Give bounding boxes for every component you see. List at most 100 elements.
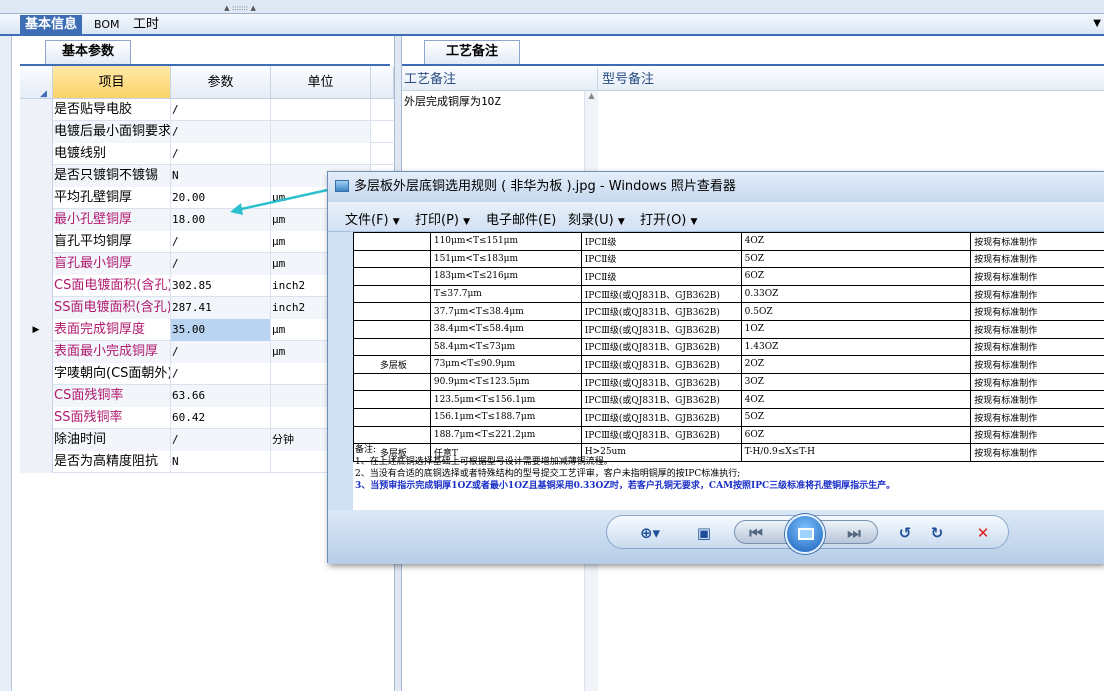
row-item: 字唛朝向(CS面朝外) <box>53 363 171 385</box>
rules-cell: 按现有标准制作 <box>970 232 1104 251</box>
viewer-title-bar[interactable]: 多层板外层底铜选用规则 ( 非华为板 ).jpg - Windows 照片查看器 <box>328 172 1104 202</box>
rules-cell: 按现有标准制作 <box>970 372 1104 392</box>
delete-icon[interactable]: ✕ <box>972 522 994 544</box>
menu-burn[interactable]: 刻录(U) ▼ <box>568 209 625 228</box>
table-row[interactable]: 电镀线别 / <box>20 143 394 165</box>
col-header-process-notes[interactable]: 工艺备注 <box>402 68 598 91</box>
rules-cell: IPCⅢ级(或QJ831B、GJB362B) <box>580 302 742 321</box>
tab-bom[interactable]: BOM <box>89 15 125 35</box>
left-side-strip <box>0 36 12 691</box>
menu-print[interactable]: 打印(P) ▼ <box>415 209 470 228</box>
row-unit <box>271 121 371 143</box>
row-item: 是否为高精度阻抗 <box>53 451 171 473</box>
rules-cell: IPCⅡ级 <box>580 232 742 251</box>
rules-cell: 0.5OZ <box>740 302 972 321</box>
rules-cell <box>353 232 431 251</box>
rules-cell <box>353 337 431 357</box>
note-line: 1、在上述底铜选择基础上可根据型号设计需要增加减薄铜流程。 <box>355 457 613 467</box>
rules-cell: IPCⅢ级(或QJ831B、GJB362B) <box>580 407 742 427</box>
table-row[interactable]: 是否贴导电胶 / <box>20 99 394 121</box>
row-param[interactable]: / <box>171 429 271 451</box>
note-line: 3、当预审指示完成铜厚1OZ或者最小1OZ且基铜采用0.33OZ时，若客户孔铜无… <box>355 481 896 491</box>
slideshow-button[interactable] <box>785 514 825 554</box>
tab-dropdown-icon[interactable]: ▼ <box>1093 18 1101 29</box>
rules-cell: 183μm<T≤216μm <box>429 267 582 286</box>
photo-viewer-window[interactable]: 多层板外层底铜选用规则 ( 非华为板 ).jpg - Windows 照片查看器… <box>327 171 1104 564</box>
col-header-model-notes[interactable]: 型号备注 <box>598 68 1104 91</box>
rules-row: 151μm<T≤183μm IPCⅡ级 5OZ 按现有标准制作 <box>353 249 1104 269</box>
previous-icon[interactable]: ⏮ <box>745 522 767 544</box>
row-param[interactable]: / <box>171 253 271 275</box>
row-param[interactable]: 60.42 <box>171 407 271 429</box>
rules-cell: IPCⅢ级(或QJ831B、GJB362B) <box>580 337 742 357</box>
row-param[interactable]: 35.00 <box>171 319 271 341</box>
viewer-notes: 备注: 1、在上述底铜选择基础上可根据型号设计需要增加减薄铜流程。 2、当没有合… <box>355 444 1100 492</box>
rules-cell: 2OZ <box>740 355 972 374</box>
zoom-icon[interactable]: ⊕▾ <box>633 522 667 544</box>
row-unit <box>271 99 371 121</box>
menu-email[interactable]: 电子邮件(E) <box>486 209 556 228</box>
chevron-down-icon: ▼ <box>690 217 698 227</box>
rules-cell: 按现有标准制作 <box>970 319 1104 339</box>
row-param[interactable]: 302.85 <box>171 275 271 297</box>
subtab-basic-params[interactable]: 基本参数 <box>45 40 131 64</box>
row-param[interactable]: N <box>171 451 271 473</box>
rules-cell: IPCⅢ级(或QJ831B、GJB362B) <box>580 390 742 409</box>
rules-cell: 按现有标准制作 <box>970 267 1104 286</box>
rules-cell: 按现有标准制作 <box>970 407 1104 427</box>
row-pointer-icon: ▶ <box>20 319 53 341</box>
row-param[interactable]: 63.66 <box>171 385 271 407</box>
rules-cell: 1OZ <box>740 319 972 339</box>
row-item: 电镀后最小面铜要求 <box>53 121 171 143</box>
row-param[interactable]: / <box>171 99 271 121</box>
rules-cell: 1.43OZ <box>740 337 972 357</box>
row-item: 盲孔平均铜厚 <box>53 231 171 253</box>
row-param[interactable]: / <box>171 363 271 385</box>
viewer-menu-bar: 文件(F) ▼ 打印(P) ▼ 电子邮件(E) 刻录(U) ▼ 打开(O) ▼ <box>328 202 1104 232</box>
splitter-grip-icon[interactable]: ▲ ::::::: ▲ <box>205 4 275 12</box>
photo-viewer-app-icon <box>335 180 349 192</box>
rules-cell: 4OZ <box>740 390 972 409</box>
col-header-unit[interactable]: 单位 <box>271 66 371 99</box>
rules-cell: IPCⅡ级 <box>580 267 742 286</box>
chevron-down-icon: ▼ <box>617 217 625 227</box>
row-item: SS面电镀面积(含孔) <box>53 297 171 319</box>
rules-cell: 0.33OZ <box>740 284 972 304</box>
rules-cell: 按现有标准制作 <box>970 425 1104 445</box>
col-header-item[interactable]: 项目 <box>53 66 171 99</box>
rules-cell: 156.1μm<T≤188.7μm <box>429 407 582 427</box>
rules-cell <box>353 302 431 321</box>
rules-cell: 151μm<T≤183μm <box>429 249 582 269</box>
row-param[interactable]: / <box>171 231 271 253</box>
rules-cell: 90.9μm<T≤123.5μm <box>429 372 582 392</box>
row-param[interactable]: / <box>171 143 271 165</box>
rules-cell: 123.5μm<T≤156.1μm <box>429 390 582 409</box>
rotate-right-icon[interactable]: ↻ <box>926 522 948 544</box>
menu-file[interactable]: 文件(F) ▼ <box>345 209 400 228</box>
rules-cell: 5OZ <box>740 407 972 427</box>
rules-cell: 按现有标准制作 <box>970 284 1104 304</box>
actual-size-icon[interactable]: ▣ <box>693 522 715 544</box>
rules-row: 110μm<T≤151μm IPCⅡ级 4OZ 按现有标准制作 <box>353 232 1104 251</box>
col-header-param[interactable]: 参数 <box>171 66 271 99</box>
rules-cell: 110μm<T≤151μm <box>429 232 582 251</box>
rules-cell <box>353 267 431 286</box>
rules-cell: 73μm<T≤90.9μm <box>429 355 582 374</box>
next-icon[interactable]: ⏭ <box>843 522 865 544</box>
row-param[interactable]: / <box>171 121 271 143</box>
row-param[interactable]: / <box>171 341 271 363</box>
tab-work-hours[interactable]: 工时 <box>128 15 164 35</box>
viewer-image: 110μm<T≤151μm IPCⅡ级 4OZ 按现有标准制作 151μm<T≤183μ… <box>353 232 1104 510</box>
menu-open[interactable]: 打开(O) ▼ <box>640 209 697 228</box>
row-param[interactable]: 287.41 <box>171 297 271 319</box>
tab-basic-info[interactable]: 基本信息 <box>20 15 83 35</box>
subtab-process-notes[interactable]: 工艺备注 <box>424 40 520 64</box>
rules-cell: 按现有标准制作 <box>970 302 1104 321</box>
subtab-underline <box>402 64 1104 66</box>
rotate-left-icon[interactable]: ↺ <box>894 522 916 544</box>
rules-cell: 6OZ <box>740 267 972 286</box>
col-header-filler <box>371 66 394 99</box>
table-row[interactable]: 电镀后最小面铜要求 / <box>20 121 394 143</box>
window-top-strip <box>0 0 1104 14</box>
row-unit <box>271 143 371 165</box>
